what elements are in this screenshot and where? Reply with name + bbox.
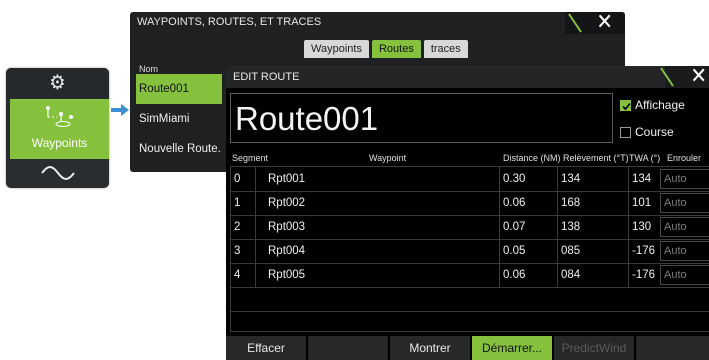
segment-cell: 3: [234, 245, 241, 257]
waypoints-icon: [46, 106, 73, 127]
edit-route-dialog: EDIT ROUTE ✕ Route001 Affichage Course S…: [226, 66, 709, 360]
route-list: Route001 SimMiami Nouvelle Route...: [136, 74, 222, 164]
table-row[interactable]: 1 Rpt002 0.06 168 101 Auto: [231, 191, 709, 216]
segment-cell: 1: [234, 197, 241, 209]
dialog-close-area: ✕: [660, 66, 709, 88]
route-item[interactable]: Route001: [136, 74, 222, 104]
predictwind-button[interactable]: PredictWind: [554, 336, 634, 360]
header-distance: Distance (NM): [503, 153, 561, 163]
bearing-cell: 084: [561, 269, 581, 281]
header-bearing: Relèvement (°T): [563, 153, 629, 163]
dialog-titlebar: EDIT ROUTE ✕: [226, 66, 709, 88]
distance-cell: 0.30: [503, 173, 526, 185]
checkbox-label: Affichage: [635, 98, 685, 112]
table-row[interactable]: 3 Rpt004 0.05 085 -176 Auto: [231, 239, 709, 264]
header-enrouler: Enrouler: [667, 153, 702, 163]
header-segment: Segment: [232, 153, 269, 163]
segment-cell: 2: [234, 221, 241, 233]
waypoint-cell: Rpt002: [268, 197, 306, 209]
segment-cell: 4: [234, 269, 241, 281]
checkbox-label: Course: [635, 125, 674, 139]
montrer-button[interactable]: Montrer: [390, 336, 470, 360]
blank-button: [636, 336, 709, 360]
enrouler-select[interactable]: Auto: [660, 169, 709, 189]
distance-cell: 0.06: [503, 197, 526, 209]
tab-routes[interactable]: Routes: [371, 40, 421, 58]
effacer-button[interactable]: Effacer: [226, 336, 306, 360]
route-name-field[interactable]: Route001: [230, 93, 613, 143]
distance-cell: 0.05: [503, 245, 526, 257]
segments-table: 0 Rpt001 0.30 134 134 Auto 1 Rpt002 0.06…: [230, 166, 709, 332]
button-bar: Effacer Montrer Démarrer... PredictWind: [226, 336, 709, 360]
waypoint-cell: Rpt001: [268, 173, 306, 185]
course-checkbox[interactable]: Course: [620, 124, 674, 140]
blank-button: [308, 336, 388, 360]
waypoints-label: Waypoints: [31, 136, 88, 150]
table-row[interactable]: 0 Rpt001 0.30 134 134 Auto: [231, 167, 709, 192]
waypoint-cell: Rpt005: [268, 269, 306, 281]
table-row[interactable]: 4 Rpt005 0.06 084 -176 Auto: [231, 263, 709, 288]
dialog-title: EDIT ROUTE: [233, 71, 300, 83]
route-item[interactable]: SimMiami: [136, 104, 222, 134]
side-menu: ⚙ Waypoints: [6, 68, 109, 188]
twa-cell: -176: [632, 269, 656, 281]
table-row[interactable]: 2 Rpt003 0.07 138 130 Auto: [231, 215, 709, 240]
demarrer-button[interactable]: Démarrer...: [472, 336, 552, 360]
enrouler-select[interactable]: Auto: [660, 217, 709, 237]
enrouler-select[interactable]: Auto: [660, 193, 709, 213]
twa-cell: 101: [632, 197, 652, 209]
route-item[interactable]: Nouvelle Route...: [136, 134, 222, 164]
twa-cell: -176: [632, 245, 656, 257]
bearing-cell: 138: [561, 221, 581, 233]
slash-decoration-icon: [660, 67, 674, 87]
window-close-area: ✕: [565, 12, 625, 34]
arrow-right-icon: [111, 104, 129, 116]
waypoint-cell: Rpt003: [268, 221, 306, 233]
enrouler-select[interactable]: Auto: [660, 265, 709, 285]
bearing-cell: 085: [561, 245, 581, 257]
slash-decoration-icon: [568, 13, 582, 33]
header-waypoint: Waypoint: [369, 153, 407, 163]
bearing-cell: 168: [561, 197, 581, 209]
tab-bar: Waypoints Routes traces: [304, 40, 468, 58]
close-icon[interactable]: ✕: [690, 66, 707, 87]
close-icon[interactable]: ✕: [596, 12, 613, 33]
distance-cell: 0.07: [503, 221, 526, 233]
bearing-cell: 134: [561, 173, 581, 185]
table-row-empty: [231, 287, 709, 312]
waypoints-menu-button[interactable]: Waypoints: [10, 99, 109, 159]
window-title: WAYPOINTS, ROUTES, ET TRACES: [137, 16, 322, 28]
gear-icon[interactable]: ⚙: [6, 68, 109, 98]
checkbox-checked[interactable]: [620, 99, 631, 111]
wave-icon[interactable]: [40, 165, 76, 181]
table-header: Segment Waypoint Distance (NM) Relèvemen…: [226, 152, 709, 166]
twa-cell: 134: [632, 173, 652, 185]
check-icon: [622, 102, 631, 110]
waypoint-cell: Rpt004: [268, 245, 306, 257]
twa-cell: 130: [632, 221, 652, 233]
tab-traces[interactable]: traces: [423, 40, 468, 58]
segment-cell: 0: [234, 173, 241, 185]
checkbox-unchecked[interactable]: [620, 126, 631, 138]
tab-waypoints[interactable]: Waypoints: [304, 40, 369, 58]
enrouler-select[interactable]: Auto: [660, 241, 709, 261]
header-twa: TWA (°): [629, 153, 661, 163]
distance-cell: 0.06: [503, 269, 526, 281]
column-header-nom: Nom: [139, 64, 159, 74]
affichage-checkbox[interactable]: Affichage: [620, 97, 685, 113]
